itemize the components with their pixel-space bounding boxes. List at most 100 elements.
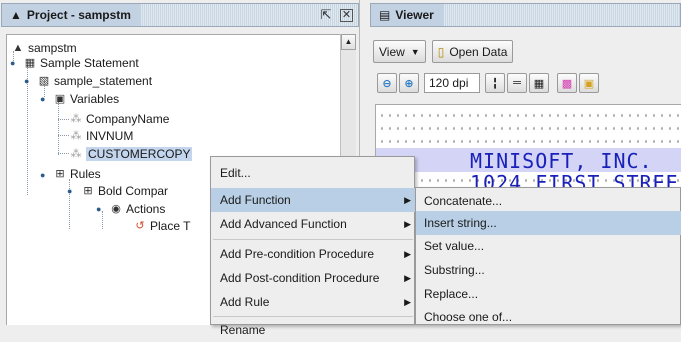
menu-item-label: Add Post-condition Procedure xyxy=(220,271,380,285)
view-dropdown[interactable]: View ▼ xyxy=(373,40,426,63)
zoom-in-icon: ⊕ xyxy=(404,77,414,90)
variables-icon: ▣ xyxy=(54,93,66,105)
expand-toggle-icon[interactable]: ● xyxy=(24,76,29,86)
viewer-title-text: Viewer xyxy=(395,8,434,22)
project-title-bar[interactable]: ▲ Project - sampstm ⇱ ✕ xyxy=(1,3,359,27)
submenu-arrow-icon: ▶ xyxy=(404,194,411,205)
horizontal-guides-button[interactable]: ═ xyxy=(507,73,527,93)
actions-icon: ◉ xyxy=(111,203,121,215)
submenu-item-choose-one-of[interactable]: Choose one of... xyxy=(416,305,681,329)
tree-item-sample-statement-file[interactable]: ▧ sample_statement xyxy=(37,73,152,88)
viewer-toolbar: View ▼ ▯ Open Data xyxy=(373,40,514,64)
menu-item-rename[interactable]: Rename xyxy=(211,318,415,342)
viewer-title: ▤ Viewer xyxy=(371,4,444,26)
submenu-item-concatenate[interactable]: Concatenate... xyxy=(416,189,681,213)
tree-item-variables[interactable]: ▣ Variables xyxy=(53,91,119,106)
dpi-field[interactable]: 120 dpi xyxy=(424,73,480,93)
menu-item-label: Add Pre-condition Procedure xyxy=(220,247,375,261)
tree-item-companyname[interactable]: ⁂ CompanyName xyxy=(69,111,170,126)
project-icon: ▲ xyxy=(10,8,22,22)
tree-item-root[interactable]: ▲ sampstm xyxy=(11,40,77,55)
tree-item-label: INVNUM xyxy=(86,128,134,143)
submenu-item-label: Set value... xyxy=(424,239,485,253)
guides-button[interactable]: ╏ xyxy=(485,73,505,93)
color-button[interactable]: ▩ xyxy=(557,73,577,93)
submenu-item-label: Insert string... xyxy=(424,216,497,230)
tree-connector xyxy=(58,153,69,154)
tree-item-rules[interactable]: ⊞ Rules xyxy=(53,166,101,181)
variable-icon: ⁂ xyxy=(70,113,82,125)
menu-item-label: Rename xyxy=(220,323,266,337)
tree-item-label: CompanyName xyxy=(86,111,170,126)
tree-item-label: Rules xyxy=(70,166,101,181)
submenu-arrow-icon: ▶ xyxy=(404,272,411,283)
submenu-item-replace[interactable]: Replace... xyxy=(416,282,681,306)
project-title: ▲ Project - sampstm xyxy=(2,4,141,26)
submenu-item-label: Concatenate... xyxy=(424,194,503,208)
color-palette-icon: ▩ xyxy=(561,77,573,90)
lock-icon: ▣ xyxy=(583,77,595,90)
variable-icon: ⁂ xyxy=(70,130,82,142)
zoom-out-icon: ⊖ xyxy=(382,77,392,90)
menu-item-label: Edit... xyxy=(220,166,251,180)
menu-separator xyxy=(213,239,413,240)
close-icon[interactable]: ✕ xyxy=(340,9,353,22)
tree-connector xyxy=(58,135,69,136)
chevron-down-icon: ▼ xyxy=(410,46,420,57)
submenu-item-substring[interactable]: Substring... xyxy=(416,258,681,282)
horizontal-guides-icon: ═ xyxy=(513,77,521,89)
lock-button[interactable]: ▣ xyxy=(579,73,599,93)
open-data-label: Open Data xyxy=(449,44,508,59)
tree-item-label: Actions xyxy=(126,201,166,216)
submenu-item-set-value[interactable]: Set value... xyxy=(416,234,681,258)
expand-toggle-icon[interactable]: ● xyxy=(40,94,45,104)
submenu-arrow-icon: ▶ xyxy=(404,248,411,259)
menu-item-add-function[interactable]: Add Function ▶ xyxy=(211,188,415,212)
submenu-item-insert-string[interactable]: Insert string... xyxy=(416,211,681,235)
menu-item-add-advanced-function[interactable]: Add Advanced Function ▶ xyxy=(211,212,415,236)
tree-item-label: Variables xyxy=(70,91,120,106)
tree-connector xyxy=(102,211,103,229)
menu-item-add-rule[interactable]: Add Rule ▶ xyxy=(211,290,415,314)
expand-toggle-icon[interactable]: ● xyxy=(40,170,45,180)
view-dropdown-label: View xyxy=(379,44,405,59)
zoom-out-button[interactable]: ⊖ xyxy=(377,73,397,93)
add-function-submenu: Concatenate... Insert string... Set valu… xyxy=(415,187,681,325)
menu-item-label: Add Function xyxy=(220,193,291,207)
tree-item-actions[interactable]: ◉ Actions xyxy=(109,201,165,216)
tree-item-customercopy[interactable]: ⁂ CUSTOMERCOPY xyxy=(69,146,193,161)
viewer-icon: ▤ xyxy=(379,8,391,22)
menu-item-label: Add Rule xyxy=(220,295,270,309)
submenu-item-label: Choose one of... xyxy=(424,310,513,324)
zoom-toolbar: ⊖ ⊕ 120 dpi ╏ ═ ▦ ▩ ▣ xyxy=(377,72,599,94)
expand-toggle-icon[interactable]: ● xyxy=(10,58,15,68)
tree-item-place-text[interactable]: ↺ Place T xyxy=(133,218,190,233)
tree-item-invnum[interactable]: ⁂ INVNUM xyxy=(69,128,134,143)
tree-item-bold-company[interactable]: ⊞ Bold Compar xyxy=(81,183,168,198)
fit-icon: ▦ xyxy=(533,77,545,90)
tree-connector xyxy=(58,119,69,120)
zoom-in-button[interactable]: ⊕ xyxy=(399,73,419,93)
tree-item-label: CUSTOMERCOPY xyxy=(86,146,193,161)
scroll-up-icon[interactable]: ▲ xyxy=(341,34,356,50)
submenu-arrow-icon: ▶ xyxy=(404,296,411,307)
menu-item-add-pre-condition[interactable]: Add Pre-condition Procedure ▶ xyxy=(211,242,415,266)
document-icon: ▦ xyxy=(24,57,36,69)
restore-icon[interactable]: ⇱ xyxy=(318,7,334,23)
folder-icon: ▯ xyxy=(437,44,445,59)
viewer-title-bar[interactable]: ▤ Viewer xyxy=(370,3,681,27)
tree-item-label: sampstm xyxy=(28,40,77,55)
fit-button[interactable]: ▦ xyxy=(529,73,549,93)
preview-text-line: MINISOFT, INC. xyxy=(470,149,653,173)
tree-item-sample-statement[interactable]: ▦ Sample Statement xyxy=(23,55,139,70)
tree-item-label: Bold Compar xyxy=(98,183,169,198)
expand-toggle-icon[interactable]: ● xyxy=(67,186,72,196)
vertical-guides-icon: ╏ xyxy=(491,77,499,90)
menu-item-add-post-condition[interactable]: Add Post-condition Procedure ▶ xyxy=(211,266,415,290)
open-data-button[interactable]: ▯ Open Data xyxy=(431,40,514,63)
expand-toggle-icon[interactable]: ● xyxy=(96,204,101,214)
menu-separator xyxy=(213,316,413,317)
menu-item-label: Add Advanced Function xyxy=(220,217,347,231)
menu-item-edit[interactable]: Edit... xyxy=(211,161,415,185)
tree-item-label: sample_statement xyxy=(54,73,153,88)
